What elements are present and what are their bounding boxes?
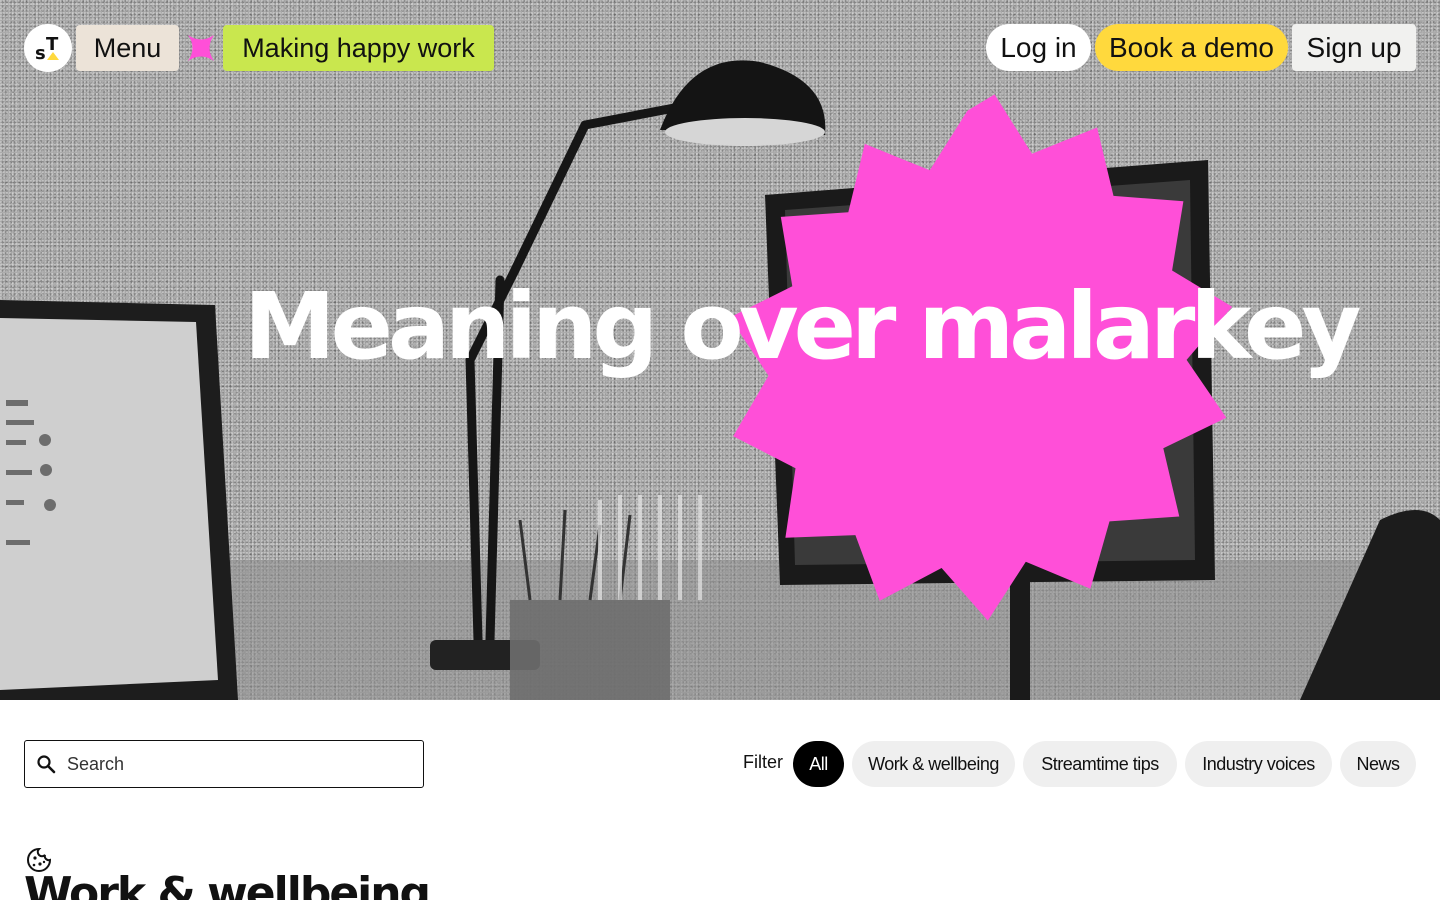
- login-button[interactable]: Log in: [986, 24, 1091, 71]
- menu-button[interactable]: Menu: [76, 25, 179, 71]
- search-icon: [35, 753, 57, 775]
- filter-chip-streamtime-tips[interactable]: Streamtime tips: [1023, 741, 1177, 787]
- x-sparkle-icon: [188, 35, 214, 61]
- filter-chip-all[interactable]: All: [793, 741, 844, 787]
- search-input[interactable]: [67, 753, 397, 775]
- filter-chip-work-wellbeing[interactable]: Work & wellbeing: [852, 741, 1015, 787]
- signup-button[interactable]: Sign up: [1292, 24, 1416, 71]
- tagline-badge: Making happy work: [223, 25, 494, 71]
- hero-banner: Meaning over malarkey: [0, 0, 1440, 700]
- logo-home-link[interactable]: s T: [24, 24, 72, 72]
- svg-text:s: s: [35, 43, 46, 64]
- filter-label: Filter: [743, 752, 783, 772]
- filter-chip-news[interactable]: News: [1340, 741, 1416, 787]
- book-demo-button[interactable]: Book a demo: [1095, 24, 1288, 71]
- section-title: Work & wellbeing: [24, 868, 431, 900]
- svg-text:T: T: [46, 34, 59, 55]
- filter-chip-industry-voices[interactable]: Industry voices: [1185, 741, 1332, 787]
- streamtime-logo-icon: s T: [35, 34, 59, 64]
- hero-headline: Meaning over malarkey: [244, 273, 1361, 380]
- search-box[interactable]: [24, 740, 424, 788]
